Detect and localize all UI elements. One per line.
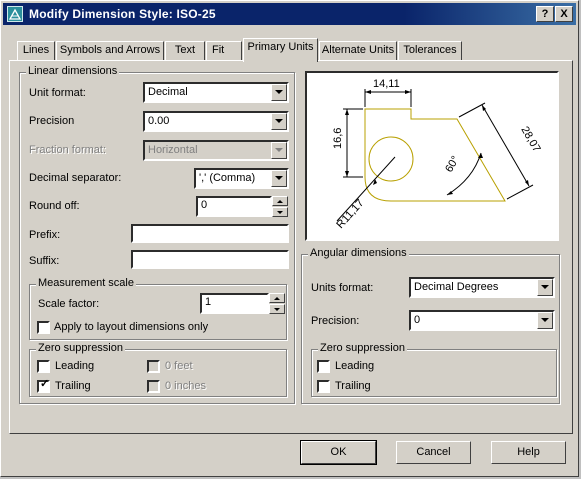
suffix-label: Suffix: [29, 255, 60, 267]
help-title-button[interactable]: ? [536, 6, 554, 22]
tab-alternate-units[interactable]: Alternate Units [319, 41, 397, 60]
spin-up-icon[interactable] [269, 293, 285, 303]
measurement-scale-legend: Measurement scale [36, 277, 136, 289]
scale-factor-input[interactable]: 1 [200, 293, 269, 314]
tab-symbols-and-arrows[interactable]: Symbols and Arrows [56, 41, 164, 60]
chevron-down-icon[interactable] [271, 142, 287, 159]
checkmark-icon: ✓ [40, 378, 50, 390]
precision-label: Precision [29, 115, 75, 127]
scale-factor-spinner[interactable] [269, 293, 285, 314]
fraction-format-select[interactable]: Horizontal [143, 140, 289, 161]
apply-layout-checkbox[interactable] [37, 321, 50, 334]
window-title: Modify Dimension Style: ISO-25 [29, 7, 216, 21]
unit-format-value: Decimal [148, 86, 188, 98]
units-format-label: Units format: [311, 282, 374, 294]
angular-trailing-checkbox[interactable] [317, 380, 330, 393]
linear-dimensions-legend: Linear dimensions [26, 65, 120, 77]
chevron-down-icon[interactable] [271, 84, 287, 101]
angular-leading-label: Leading [335, 360, 375, 372]
scale-factor-value: 1 [205, 296, 212, 308]
round-off-label: Round off: [29, 200, 80, 212]
round-off-spinner[interactable] [272, 196, 288, 217]
fraction-format-label: Fraction format: [29, 144, 107, 156]
tab-tolerances[interactable]: Tolerances [398, 41, 462, 60]
trailing-checkbox[interactable]: ✓ [37, 378, 50, 393]
suffix-input[interactable] [131, 250, 289, 269]
dim-angle-text: 60° [443, 154, 462, 174]
dimension-style-icon [7, 6, 23, 22]
chevron-down-icon[interactable] [271, 170, 287, 187]
dim-left-text: 16,6 [332, 128, 344, 149]
feet-label: 0 feet [165, 360, 193, 372]
dim-radius-text: R11,17 [334, 197, 366, 231]
prefix-input[interactable] [131, 224, 289, 243]
help-button[interactable]: Help [491, 441, 566, 464]
angular-trailing-label: Trailing [335, 380, 371, 392]
tab-fit[interactable]: Fit [206, 41, 242, 60]
dim-right-text: 28,07 [518, 125, 542, 155]
inches-label: 0 inches [165, 380, 206, 392]
trailing-label: Trailing [55, 380, 91, 392]
dialog-window: Modify Dimension Style: ISO-25 ? X Lines… [0, 0, 579, 477]
cancel-button[interactable]: Cancel [396, 441, 471, 464]
units-format-select[interactable]: Decimal Degrees [409, 277, 555, 298]
close-button[interactable]: X [555, 6, 573, 22]
spin-down-icon[interactable] [269, 304, 285, 314]
unit-format-label: Unit format: [29, 87, 86, 99]
angular-precision-label: Precision: [311, 315, 360, 327]
leading-label: Leading [55, 360, 95, 372]
precision-select[interactable]: 0.00 [143, 111, 289, 132]
decimal-separator-value: ',' (Comma) [199, 172, 256, 184]
prefix-label: Prefix: [29, 229, 61, 241]
unit-format-select[interactable]: Decimal [143, 82, 289, 103]
angular-dimensions-legend: Angular dimensions [308, 247, 409, 259]
spin-down-icon[interactable] [272, 207, 288, 217]
inches-checkbox[interactable] [147, 380, 160, 393]
tab-lines[interactable]: Lines [17, 41, 55, 60]
feet-checkbox[interactable] [147, 360, 160, 373]
fraction-format-value: Horizontal [148, 144, 198, 156]
decimal-separator-label: Decimal separator: [29, 172, 122, 184]
round-off-input[interactable]: 0 [196, 196, 272, 217]
ok-button[interactable]: OK [300, 440, 377, 465]
dim-top-text: 14,11 [373, 78, 400, 90]
apply-layout-label: Apply to layout dimensions only [54, 321, 209, 333]
leading-checkbox[interactable] [37, 360, 50, 373]
decimal-separator-select[interactable]: ',' (Comma) [194, 168, 289, 189]
scale-factor-label: Scale factor: [38, 298, 100, 310]
angular-leading-checkbox[interactable] [317, 360, 330, 373]
tab-text[interactable]: Text [165, 41, 205, 60]
round-off-value: 0 [201, 199, 208, 211]
units-format-value: Decimal Degrees [414, 281, 499, 293]
zero-suppression-angular-legend: Zero suppression [318, 342, 407, 354]
angular-precision-value: 0 [414, 314, 421, 326]
title-bar[interactable]: Modify Dimension Style: ISO-25 ? X [3, 3, 576, 25]
tab-primary-units[interactable]: Primary Units [243, 38, 318, 62]
dimension-preview-drawing: 14,11 16,6 28,07 60° R11,17 [332, 78, 543, 231]
chevron-down-icon[interactable] [271, 113, 287, 130]
preview-pane: 14,11 16,6 28,07 60° R11,17 [305, 71, 559, 241]
zero-suppression-legend: Zero suppression [36, 342, 125, 354]
chevron-down-icon[interactable] [537, 279, 553, 296]
precision-value: 0.00 [148, 115, 170, 127]
chevron-down-icon[interactable] [537, 312, 553, 329]
spin-up-icon[interactable] [272, 196, 288, 206]
angular-precision-select[interactable]: 0 [409, 310, 555, 331]
